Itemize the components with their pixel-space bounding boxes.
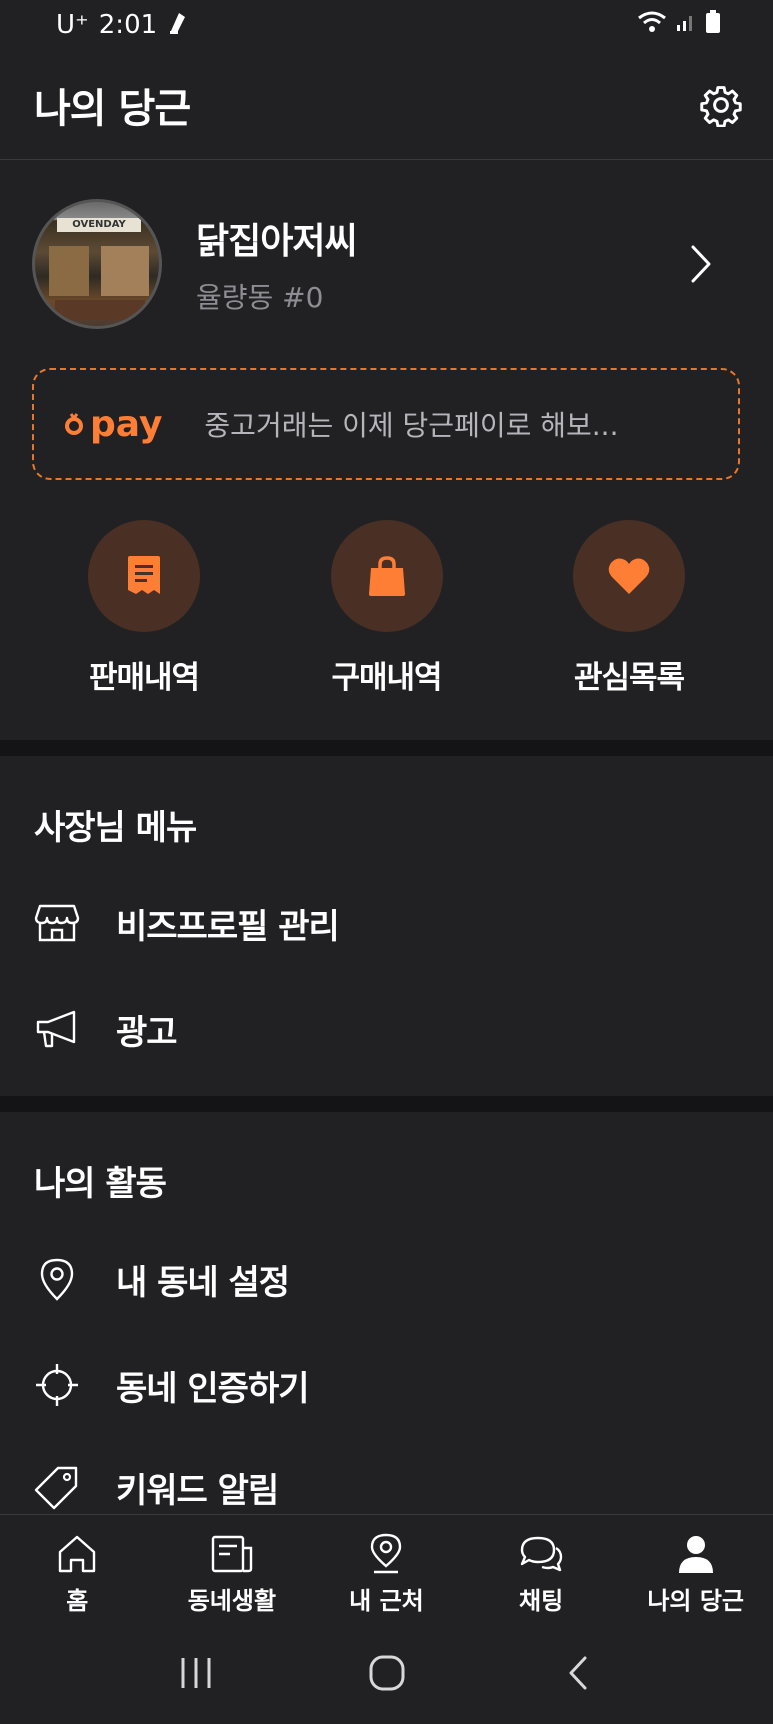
quick-label: 판매내역 [88, 660, 200, 696]
tag-icon [32, 1462, 82, 1512]
gear-icon [700, 85, 742, 127]
pay-banner-message: 중고거래는 이제 당근페이로 해보... [204, 409, 619, 442]
nav-my-carrot[interactable]: 나의 당근 [618, 1515, 773, 1622]
pay-banner[interactable]: pay 중고거래는 이제 당근페이로 해보... [32, 368, 740, 480]
nav-nearby[interactable]: 내 근처 [309, 1515, 464, 1622]
purchase-history-button[interactable]: 구매내역 [327, 520, 447, 700]
menu-label: 광고 [116, 1012, 178, 1053]
menu-item-verify-neighborhood[interactable]: 동네 인증하기 [32, 1350, 732, 1420]
storefront-icon [32, 898, 82, 948]
back-button[interactable] [548, 1643, 608, 1703]
avatar-detail [101, 245, 149, 296]
menu-label: 내 동네 설정 [116, 1262, 290, 1303]
status-bar: U⁺ 2:01 [0, 0, 773, 50]
sales-history-button[interactable]: 판매내역 [84, 520, 204, 700]
status-right [637, 9, 721, 42]
heart-icon [608, 558, 650, 594]
quick-label: 구매내역 [331, 660, 442, 696]
nav-label: 나의 당근 [647, 1587, 745, 1615]
notification-icon [167, 9, 189, 42]
carrier-label: U⁺ [56, 10, 89, 40]
profile-location: 율량동 #0 [196, 280, 324, 314]
nav-label: 내 근처 [349, 1587, 424, 1615]
signal-icon [675, 10, 697, 40]
battery-icon [705, 9, 721, 42]
section-title-boss-menu: 사장님 메뉴 [34, 808, 197, 848]
menu-item-keyword-alerts[interactable]: 키워드 알림 [32, 1452, 732, 1522]
nav-community[interactable]: 동네생활 [155, 1515, 310, 1622]
profile-text: 닭집아저씨 율량동 #0 [196, 212, 681, 316]
nav-label: 채팅 [518, 1587, 564, 1615]
quick-circle [573, 520, 685, 632]
profile-name: 닭집아저씨 [196, 220, 358, 262]
section-divider [0, 740, 773, 756]
menu-label: 동네 인증하기 [116, 1368, 310, 1409]
menu-item-neighborhood-settings[interactable]: 내 동네 설정 [32, 1244, 732, 1314]
menu-item-biz-profile[interactable]: 비즈프로필 관리 [32, 888, 732, 958]
megaphone-icon [32, 1004, 82, 1054]
quick-label: 관심목록 [573, 660, 685, 696]
home-icon [54, 1531, 100, 1577]
bottom-nav: 홈 동네생활 내 근처 채팅 나의 당근 [0, 1514, 773, 1622]
carrot-pay-icon [65, 413, 83, 435]
nav-label: 동네생활 [187, 1587, 277, 1615]
quick-actions: 판매내역 구매내역 관심목록 [0, 520, 773, 700]
nav-chat[interactable]: 채팅 [464, 1515, 619, 1622]
menu-label: 키워드 알림 [116, 1470, 279, 1511]
avatar-detail [55, 299, 145, 320]
wishlist-button[interactable]: 관심목록 [569, 520, 689, 700]
crosshair-icon [32, 1360, 82, 1410]
profile-card[interactable]: OVENDAY 닭집아저씨 율량동 #0 [0, 196, 773, 331]
chat-bubbles-icon [518, 1531, 564, 1577]
newspaper-icon [209, 1531, 255, 1577]
home-system-button[interactable] [357, 1643, 417, 1703]
settings-button[interactable] [697, 81, 745, 129]
nav-home[interactable]: 홈 [0, 1515, 155, 1622]
menu-item-ads[interactable]: 광고 [32, 994, 732, 1064]
menu-label: 비즈프로필 관리 [116, 906, 340, 947]
home-circle-icon [369, 1655, 404, 1691]
shopping-bag-icon [368, 556, 405, 596]
quick-circle [330, 520, 443, 632]
clock: 2:01 [98, 10, 158, 40]
pay-logo-text: pay [90, 403, 163, 445]
section-divider [0, 1096, 773, 1112]
status-left: U⁺ 2:01 [56, 9, 189, 42]
nav-label: 홈 [66, 1587, 89, 1615]
avatar-detail [49, 245, 89, 296]
system-nav [0, 1622, 773, 1724]
receipt-icon [128, 556, 160, 594]
wifi-icon [637, 10, 667, 41]
person-icon [673, 1531, 719, 1577]
back-chevron-icon [569, 1656, 586, 1690]
recent-apps-button[interactable] [166, 1643, 226, 1703]
avatar-sign: OVENDAY [57, 217, 141, 232]
pay-logo: pay [62, 404, 162, 445]
chevron-right-icon [681, 240, 721, 288]
location-pin-icon [32, 1254, 82, 1304]
app-header: 나의 당근 [0, 50, 773, 160]
quick-circle [88, 520, 200, 632]
recent-apps-icon [181, 1658, 210, 1688]
avatar: OVENDAY [32, 198, 162, 329]
map-pin-icon [363, 1531, 409, 1577]
section-title-my-activity: 나의 활동 [34, 1164, 167, 1204]
page-title: 나의 당근 [34, 85, 191, 132]
